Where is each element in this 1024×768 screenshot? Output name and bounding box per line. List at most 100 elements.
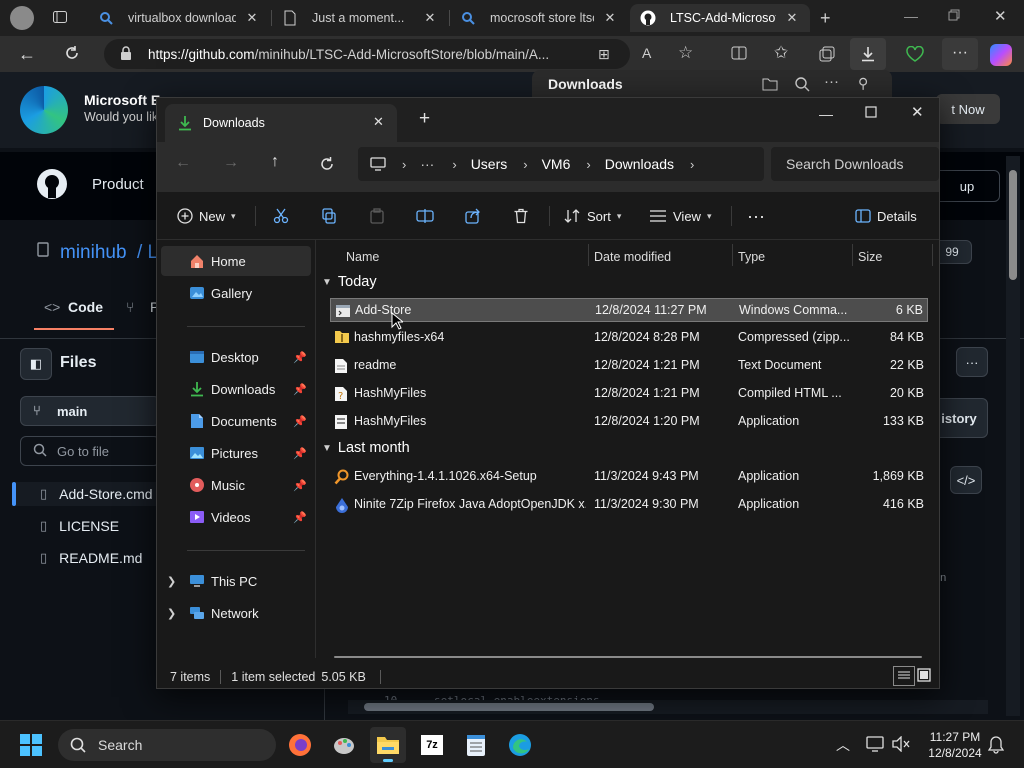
nav-videos[interactable]: Videos 📌 [161, 502, 311, 532]
collapse-files-icon[interactable]: ◧ [20, 348, 52, 380]
pin-icon[interactable]: 📌 [293, 415, 307, 428]
nav-home[interactable]: Home [161, 246, 311, 276]
close-tab-icon[interactable]: ✕ [422, 10, 438, 26]
pin-icon[interactable]: 📌 [293, 351, 307, 364]
collections-icon[interactable] [819, 46, 835, 62]
network-status-icon[interactable] [866, 736, 884, 752]
file-row[interactable]: ? HashMyFiles 12/8/2024 1:21 PM Compiled… [330, 382, 928, 406]
horizontal-scrollbar[interactable] [334, 656, 922, 658]
close-tab-icon[interactable]: ✕ [373, 114, 384, 130]
cut-button[interactable] [269, 202, 293, 230]
go-to-file-input[interactable]: Go to file [20, 436, 160, 466]
scrollbar-thumb[interactable] [1009, 170, 1017, 280]
back-icon[interactable]: ← [175, 154, 191, 172]
close-browser-icon[interactable]: ✕ [994, 7, 1007, 25]
file-tree-item[interactable]: ▯ Add-Store.cmd [40, 486, 153, 502]
breadcrumb-downloads[interactable]: Downloads [605, 156, 674, 172]
show-hidden-icons-chevron-up-icon[interactable]: ︿ [836, 735, 850, 755]
new-button[interactable]: New ▾ [177, 202, 236, 230]
explorer-tab-downloads[interactable]: Downloads ✕ [165, 104, 397, 142]
favorite-star-icon[interactable]: ☆ [678, 43, 693, 63]
split-screen-icon[interactable] [731, 46, 747, 60]
close-window-icon[interactable]: ✕ [911, 103, 924, 121]
tab-code[interactable]: Code [68, 299, 103, 315]
file-tree-item[interactable]: ▯ README.md [40, 550, 142, 566]
downloads-button[interactable] [850, 38, 886, 70]
minimize-browser-icon[interactable]: — [904, 8, 918, 24]
column-size-header[interactable]: Size [858, 244, 882, 270]
maximize-icon[interactable] [865, 106, 877, 118]
pin-icon[interactable]: 📌 [293, 383, 307, 396]
tab-actions-icon[interactable] [52, 9, 68, 25]
paint-app-icon[interactable] [326, 727, 362, 763]
copilot-icon[interactable] [990, 44, 1012, 66]
nav-music[interactable]: Music 📌 [161, 470, 311, 500]
repo-owner-link[interactable]: minihub [60, 242, 127, 264]
more-locations-icon[interactable]: ··· [420, 156, 434, 172]
pin-icon[interactable]: 📌 [293, 479, 307, 492]
more-options-icon[interactable]: ··· [824, 73, 839, 90]
rename-button[interactable] [413, 202, 437, 230]
breadcrumb[interactable]: › ··· › Users › VM6 › Downloads › [358, 147, 764, 181]
breadcrumb-users[interactable]: Users [471, 156, 508, 172]
app-available-icon[interactable]: ⊞ [598, 46, 610, 63]
notifications-bell-icon[interactable] [988, 736, 1004, 754]
column-name-header[interactable]: Name [346, 244, 379, 270]
details-button[interactable]: Details [855, 202, 917, 230]
refresh-icon[interactable] [63, 44, 81, 62]
repo-name-link[interactable]: / L [137, 242, 158, 264]
nav-desktop[interactable]: Desktop 📌 [161, 342, 311, 372]
nav-gallery[interactable]: Gallery [161, 278, 311, 308]
minimize-icon[interactable]: — [819, 106, 833, 122]
up-icon[interactable]: ↑ [271, 153, 279, 171]
system-clock[interactable]: 11:27 PM 12/8/2024 [920, 729, 990, 761]
pin-icon[interactable]: ⚲ [858, 75, 868, 92]
file-row[interactable]: HashMyFiles 12/8/2024 1:20 PM Applicatio… [330, 410, 928, 434]
close-tab-icon[interactable]: ✕ [602, 10, 618, 26]
tiles-view-icon[interactable] [917, 668, 931, 682]
copy-button[interactable] [317, 202, 341, 230]
tab-virtualbox[interactable]: virtualbox download o ✕ [88, 4, 270, 32]
monitor-icon[interactable] [370, 157, 386, 171]
pin-icon[interactable]: 📌 [293, 447, 307, 460]
volume-muted-icon[interactable] [892, 736, 910, 752]
scrollbar-thumb[interactable] [364, 703, 654, 711]
more-options-icon[interactable]: ··· [956, 347, 988, 377]
sort-button[interactable]: Sort ▾ [563, 202, 621, 230]
back-icon[interactable]: ← [18, 44, 36, 65]
chevron-right-icon[interactable]: ❯ [167, 575, 176, 588]
open-folder-icon[interactable] [762, 77, 778, 91]
address-bar[interactable]: https://github.com/minihub/LTSC-Add-Micr… [104, 39, 630, 69]
forward-icon[interactable]: → [223, 154, 239, 172]
branch-selector[interactable]: ⑂ main [20, 396, 160, 426]
browser-essentials-icon[interactable] [906, 46, 924, 62]
file-explorer-icon[interactable] [370, 727, 406, 763]
column-type-header[interactable]: Type [738, 244, 765, 270]
profile-avatar[interactable] [10, 6, 34, 30]
github-logo-icon[interactable] [36, 168, 68, 200]
tab-just-a-moment[interactable]: Just a moment... ✕ [272, 4, 448, 32]
edge-icon[interactable] [502, 727, 538, 763]
tab-microsoft-store-search[interactable]: mocrosoft store ltsc m ✕ [450, 4, 628, 32]
nav-pictures[interactable]: Pictures 📌 [161, 438, 311, 468]
settings-more-icon[interactable]: ··· [942, 38, 978, 70]
breadcrumb-vm6[interactable]: VM6 [542, 156, 571, 172]
read-aloud-icon[interactable]: A [642, 45, 651, 61]
code-horizontal-scrollbar[interactable] [348, 700, 988, 714]
group-header-last-month[interactable]: ▼ Last month [322, 440, 410, 456]
search-icon[interactable] [794, 76, 810, 92]
file-tree-item[interactable]: ▯ LICENSE [40, 518, 119, 534]
share-button[interactable] [461, 202, 485, 230]
banner-action-button[interactable]: t Now [936, 94, 1000, 124]
file-row[interactable]: readme 12/8/2024 1:21 PM Text Document 2… [330, 354, 928, 378]
paste-button[interactable] [365, 202, 389, 230]
nav-product[interactable]: Product [92, 176, 144, 193]
details-view-icon[interactable] [893, 666, 915, 686]
page-vertical-scrollbar[interactable] [1006, 156, 1020, 716]
firefox-icon[interactable] [282, 727, 318, 763]
sign-up-button[interactable]: up [934, 170, 1000, 202]
delete-button[interactable] [509, 202, 533, 230]
close-tab-icon[interactable]: ✕ [784, 10, 800, 26]
file-row[interactable]: Ninite 7Zip Firefox Java AdoptOpenJDK x.… [330, 493, 928, 517]
group-header-today[interactable]: ▼ Today [322, 274, 377, 290]
